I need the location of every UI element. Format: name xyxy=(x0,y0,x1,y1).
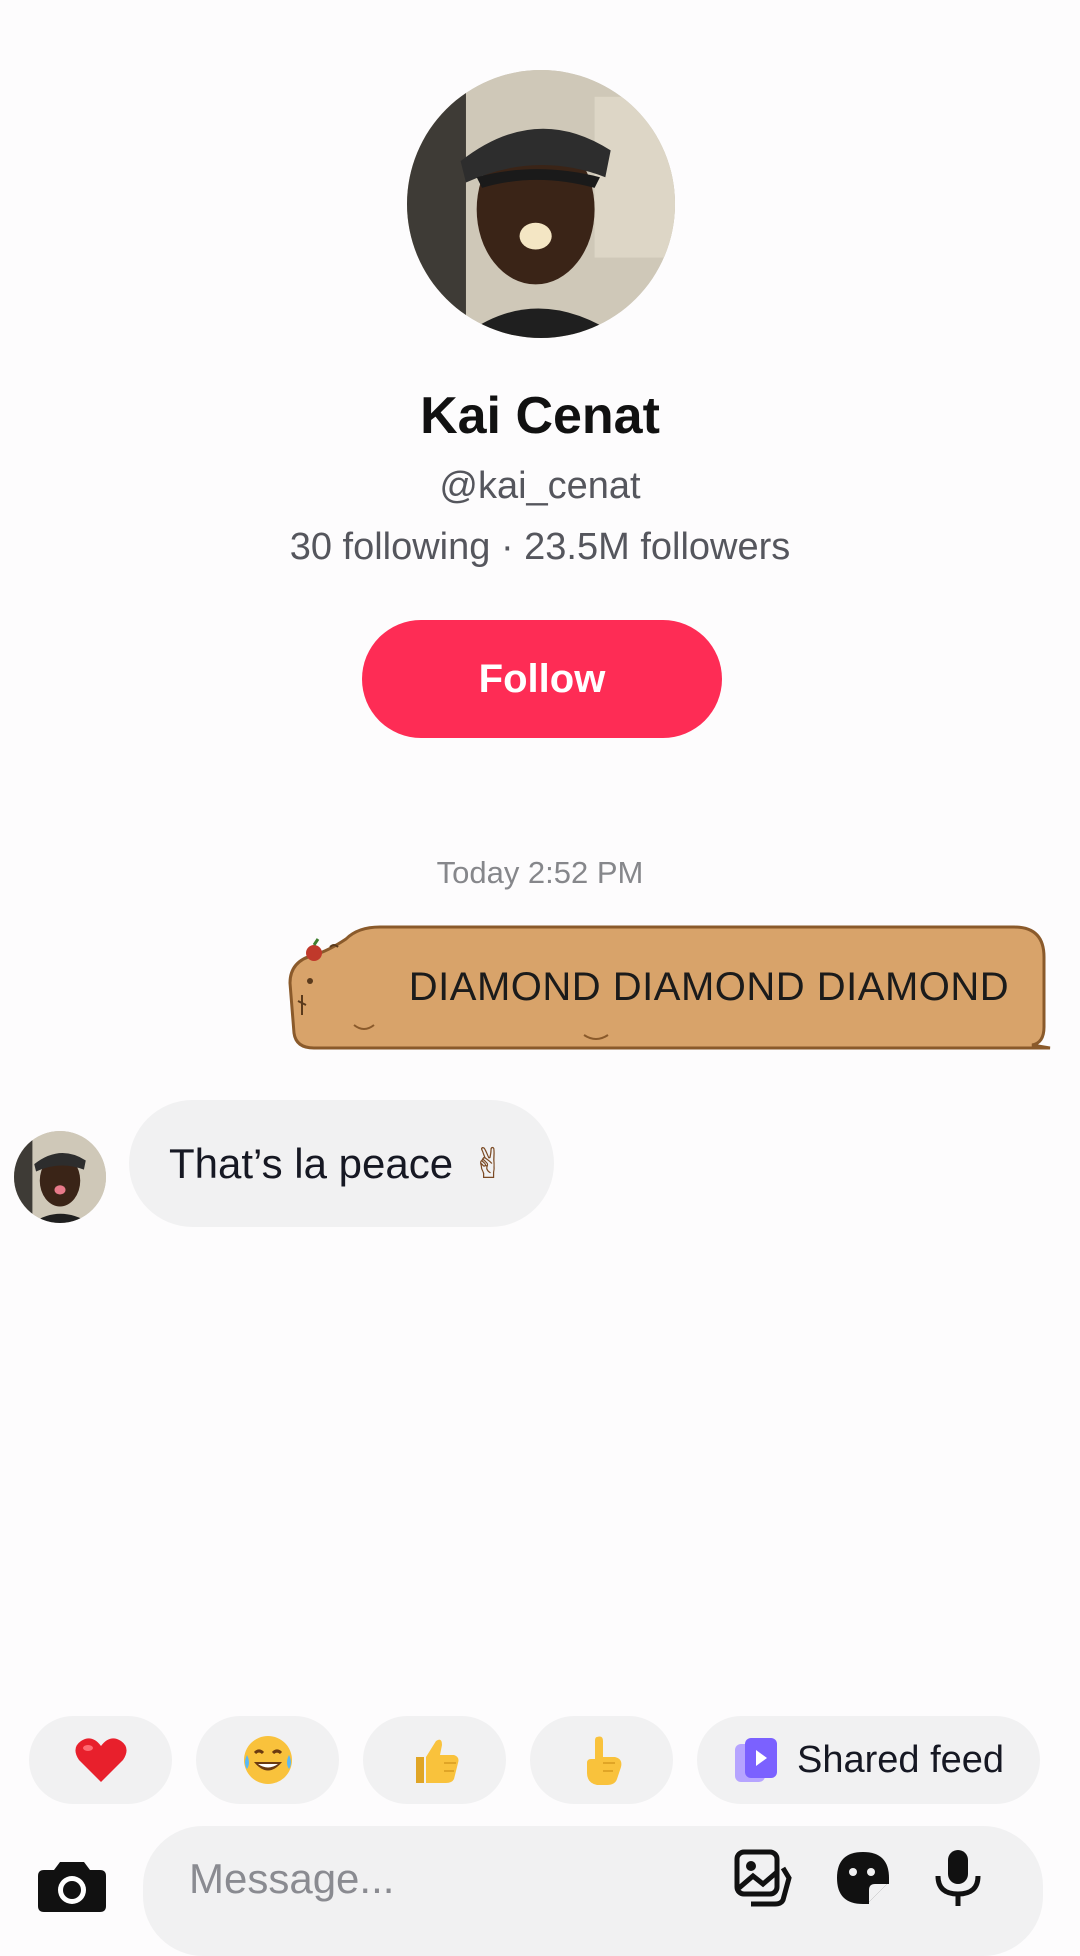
quick-reaction-bar: Shared feed xyxy=(0,1716,1080,1804)
follow-button[interactable]: Follow xyxy=(362,620,722,738)
profile-name: Kai Cenat xyxy=(420,387,660,445)
quick-reaction-heart[interactable] xyxy=(29,1716,172,1804)
sticker-message-bubble[interactable]: DIAMOND DIAMOND DIAMOND xyxy=(284,925,1054,1050)
profile-handle: @kai_cenat xyxy=(439,465,641,507)
thumbs-up-icon xyxy=(415,1739,458,1783)
camera-icon[interactable] xyxy=(38,1856,106,1912)
sticker-icon[interactable] xyxy=(833,1848,893,1908)
profile-avatar[interactable] xyxy=(407,70,675,338)
microphone-icon[interactable] xyxy=(928,1848,988,1908)
quick-reaction-laugh[interactable] xyxy=(196,1716,339,1804)
shared-feed-chip[interactable]: Shared feed xyxy=(697,1716,1041,1804)
message-composer xyxy=(0,1826,1080,1956)
quick-reaction-pointing[interactable] xyxy=(530,1716,673,1804)
incoming-message-bubble[interactable]: That’s la peace ✌ xyxy=(129,1100,555,1227)
message-field xyxy=(143,1826,1043,1956)
incoming-message-text: That’s la peace xyxy=(169,1139,454,1187)
laughing-tears-icon xyxy=(243,1736,292,1784)
sticker-message-text: DIAMOND DIAMOND DIAMOND xyxy=(408,965,1010,1009)
quick-reaction-thumbs-up[interactable] xyxy=(363,1716,506,1804)
heart-icon xyxy=(74,1738,127,1782)
sender-avatar[interactable] xyxy=(14,1131,106,1223)
gallery-icon[interactable] xyxy=(733,1848,793,1908)
profile-stats[interactable]: 30 following · 23.5M followers xyxy=(0,526,1080,569)
pointing-hand-icon xyxy=(586,1736,621,1785)
message-input[interactable] xyxy=(187,1848,711,1910)
victory-hand-icon: ✌ xyxy=(471,1139,507,1188)
message-timestamp: Today 2:52 PM xyxy=(436,855,644,890)
shared-feed-label: Shared feed xyxy=(797,1738,1005,1781)
shared-feed-icon xyxy=(735,1738,777,1782)
